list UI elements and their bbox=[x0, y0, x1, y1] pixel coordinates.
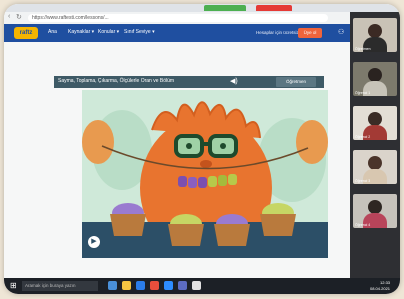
participant-name: Öğretmen bbox=[355, 47, 371, 51]
windows-icon[interactable]: ⊞ bbox=[10, 281, 17, 290]
video-participants-panel: Öğretmen Öğrenci 1 Öğrenci 2 Öğrenci 3 Ö… bbox=[350, 12, 400, 278]
avatar bbox=[368, 200, 382, 214]
participant-tile[interactable]: Öğrenci 2 bbox=[353, 106, 397, 140]
browser-tab-strip bbox=[4, 4, 400, 12]
lesson-illustration[interactable]: ▶ bbox=[82, 90, 328, 258]
signup-button[interactable]: Üye ol bbox=[298, 28, 322, 38]
avatar bbox=[368, 156, 382, 170]
nav-resources[interactable]: Kaynaklar ▾ bbox=[68, 29, 94, 35]
settings-icon[interactable] bbox=[192, 281, 201, 290]
avatar bbox=[368, 112, 382, 126]
windows-taskbar: ⊞ Aramak için buraya yazın 12:33 08.04.2… bbox=[4, 278, 400, 294]
teams-icon[interactable] bbox=[178, 281, 187, 290]
user-icon[interactable]: ⚇ bbox=[338, 28, 344, 36]
participant-tile[interactable]: Öğrenci 4 bbox=[353, 194, 397, 228]
reload-icon[interactable]: ↻ bbox=[16, 13, 22, 21]
teacher-tools-button[interactable]: Öğretmen Yönlendir bbox=[276, 77, 316, 94]
chrome-icon[interactable] bbox=[150, 281, 159, 290]
url-field[interactable]: https://www.raftesti.com/lessons/... bbox=[28, 14, 328, 22]
lesson-title-bar: Sayma, Toplama, Çıkarma, Ölçülerle Oran … bbox=[54, 76, 324, 94]
participant-tile[interactable]: Öğrenci 3 bbox=[353, 150, 397, 184]
monster-scene bbox=[82, 101, 328, 258]
nav-topics[interactable]: Konular ▾ bbox=[98, 29, 119, 35]
file-explorer-icon[interactable] bbox=[122, 281, 131, 290]
screen-frame: ‹ ↻ https://www.raftesti.com/lessons/...… bbox=[4, 4, 400, 294]
edge-icon[interactable] bbox=[136, 281, 145, 290]
avatar bbox=[368, 24, 382, 38]
site-logo[interactable]: raftz bbox=[14, 27, 38, 39]
participant-name: Öğrenci 1 bbox=[355, 91, 371, 95]
basket-purple-2[interactable] bbox=[214, 214, 250, 246]
taskbar-search-input[interactable]: Aramak için buraya yazın bbox=[22, 281, 98, 291]
nav-grade[interactable]: Sınıf Seviye ▾ bbox=[124, 29, 155, 35]
site-header: raftz Ana Kaynaklar ▾ Konular ▾ Sınıf Se… bbox=[4, 24, 350, 42]
participant-name: Öğrenci 3 bbox=[355, 179, 371, 183]
participant-name: Öğrenci 2 bbox=[355, 135, 371, 139]
signup-link[interactable]: Hesaplar için ücretsiz bbox=[256, 30, 299, 35]
participant-name: Öğrenci 4 bbox=[355, 223, 371, 227]
nav-home[interactable]: Ana bbox=[48, 29, 57, 35]
basket-green-1[interactable] bbox=[168, 214, 204, 246]
browser-tab-recording[interactable] bbox=[256, 5, 292, 11]
speaker-icon[interactable]: ◀) bbox=[230, 77, 238, 85]
basket-purple-1[interactable] bbox=[110, 203, 146, 236]
clock-date: 08.04.2021 bbox=[370, 286, 391, 291]
zoom-icon[interactable] bbox=[164, 281, 173, 290]
basket-green-2[interactable] bbox=[260, 203, 296, 236]
browser-tab-active[interactable] bbox=[204, 5, 246, 11]
avatar bbox=[368, 68, 382, 82]
media-icon[interactable]: ▶ bbox=[88, 236, 100, 248]
participant-tile[interactable]: Öğrenci 1 bbox=[353, 62, 397, 96]
task-view-icon[interactable] bbox=[108, 281, 117, 290]
participant-tile[interactable]: Öğretmen bbox=[353, 18, 397, 52]
taskbar-clock[interactable]: 12:33 08.04.2021 bbox=[370, 280, 390, 292]
back-icon[interactable]: ‹ bbox=[8, 13, 10, 20]
lesson-title: Sayma, Toplama, Çıkarma, Ölçülerle Oran … bbox=[58, 78, 175, 84]
